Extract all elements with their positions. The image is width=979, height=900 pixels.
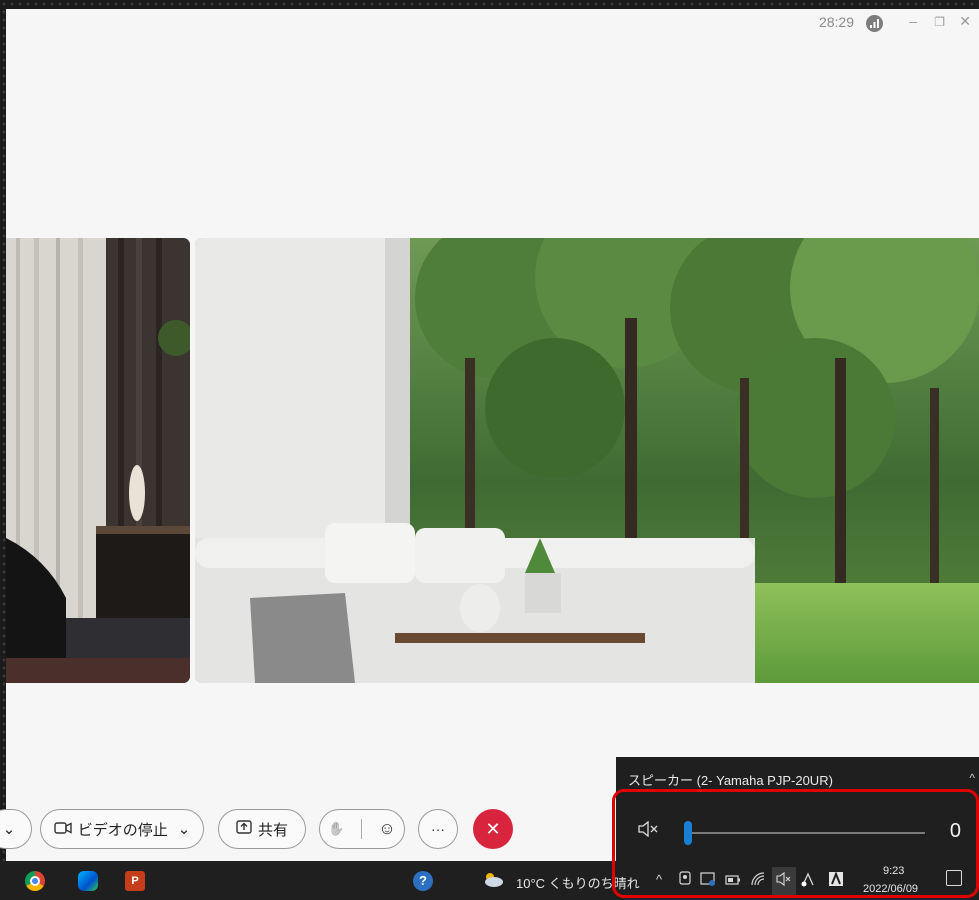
clock-date[interactable]: 2022/06/09 — [863, 883, 918, 895]
webex-app-icon[interactable] — [78, 871, 98, 891]
more-options-button[interactable]: ··· — [418, 809, 458, 849]
show-hidden-icons-chevron[interactable]: ^ — [656, 872, 662, 887]
share-label: 共有 — [257, 821, 288, 839]
restore-button[interactable]: ❐ — [934, 15, 945, 29]
speaker-device-label[interactable]: スピーカー (2- Yamaha PJP-20UR) — [628, 770, 833, 789]
video-camera-icon — [54, 821, 72, 838]
chevron-down-icon: ⌄ — [2, 821, 16, 838]
close-window-button[interactable]: ✕ — [959, 13, 971, 30]
network-signal-icon[interactable] — [866, 15, 883, 32]
taskbar: P ? 10°C くもりのち晴れ ^ 9:23 2022/06/09 — [0, 861, 979, 900]
volume-slider-track[interactable] — [687, 832, 925, 834]
ime-pen-icon[interactable] — [800, 871, 816, 890]
meet-now-icon[interactable] — [678, 871, 692, 890]
onedrive-sync-icon[interactable] — [700, 871, 716, 890]
adobe-icon[interactable] — [828, 871, 844, 890]
volume-value: 0 — [949, 820, 961, 842]
leave-meeting-button[interactable]: ✕ — [473, 809, 513, 849]
divider — [360, 819, 362, 839]
participant-video-right[interactable] — [195, 238, 979, 683]
close-icon: ✕ — [485, 818, 501, 839]
notification-center-icon[interactable] — [946, 870, 962, 886]
reactions-group: ✋ ☺ — [319, 809, 405, 849]
battery-icon[interactable] — [725, 873, 741, 888]
powerpoint-app-icon[interactable]: P — [125, 871, 145, 891]
title-bar: 28:29 – ❐ ✕ — [6, 9, 979, 37]
audio-options-button[interactable]: ⌄ — [0, 809, 32, 849]
clock-time[interactable]: 9:23 — [883, 865, 904, 877]
wifi-icon[interactable] — [750, 871, 766, 890]
taskbar-volume-muted-icon[interactable] — [772, 867, 796, 895]
stop-video-button[interactable]: ビデオの停止 ⌄ — [40, 809, 204, 849]
meeting-toolbar: ⌄ ビデオの停止 ⌄ 共有 ✋ ☺ ··· ✕ — [0, 809, 606, 853]
chevron-up-icon[interactable]: ^ — [969, 771, 975, 785]
speaker-muted-icon[interactable] — [638, 820, 660, 841]
volume-slider-thumb[interactable] — [684, 821, 692, 845]
participant-video-left[interactable] — [6, 238, 190, 683]
meeting-timer: 28:29 — [818, 14, 854, 30]
chevron-down-icon: ⌄ — [177, 821, 191, 838]
volume-flyout: スピーカー (2- Yamaha PJP-20UR) ^ 0 — [616, 757, 979, 864]
more-icon: ··· — [431, 821, 445, 837]
stop-video-label: ビデオの停止 — [77, 821, 168, 839]
share-button[interactable]: 共有 — [218, 809, 306, 849]
weather-cloud-icon[interactable] — [482, 871, 504, 892]
meeting-window: 28:29 – ❐ ✕ ⌄ ビデオの停止 ⌄ 共有 ✋ ☺ ··· ✕ — [0, 9, 979, 861]
chrome-app-icon[interactable] — [25, 871, 45, 891]
reactions-icon[interactable]: ☺ — [378, 819, 395, 839]
minimize-button[interactable]: – — [909, 13, 917, 29]
raise-hand-icon[interactable]: ✋ — [328, 821, 344, 837]
help-icon[interactable]: ? — [413, 871, 433, 891]
weather-text[interactable]: 10°C くもりのち晴れ — [516, 873, 640, 892]
share-icon — [236, 820, 252, 838]
